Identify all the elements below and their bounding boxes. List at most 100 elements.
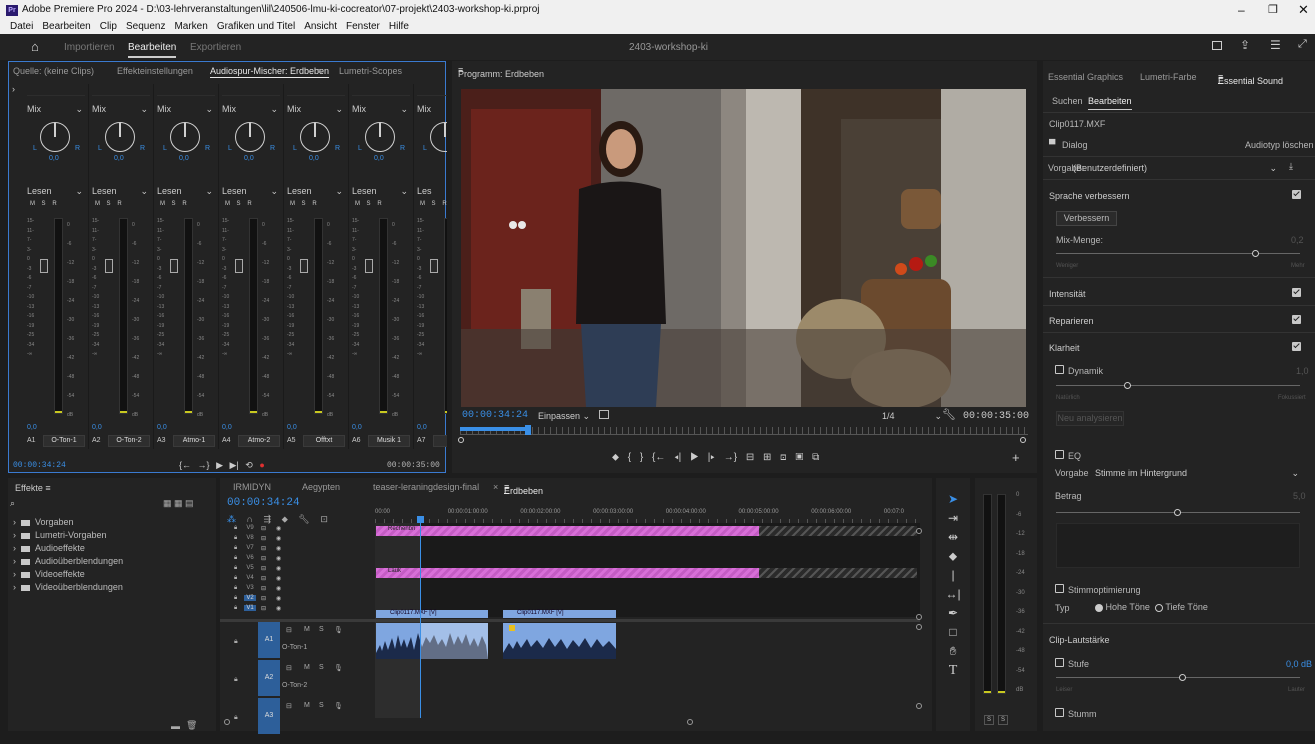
audio-track-header[interactable]: 🔒︎ A3 ⊟ M S 🎙︎ <box>220 698 375 736</box>
video-track-header[interactable]: 🔒︎ V1 ⊟ ◉ <box>220 605 375 613</box>
effects-folder[interactable]: › Audioüberblendungen <box>13 556 213 569</box>
quick-export-icon[interactable] <box>1212 41 1222 50</box>
audio-track-target[interactable]: A1 <box>258 622 280 658</box>
section-reparieren[interactable]: Reparieren <box>1049 316 1094 326</box>
mark-in-icon[interactable]: { <box>628 452 631 463</box>
pink-clip-2[interactable]: Lauk <box>376 568 759 578</box>
time-ruler[interactable]: 00:00 00:00:01:00:00 00:00:02:00:00 00:00:0… <box>375 508 920 523</box>
tab-lumetri-color[interactable]: Lumetri-Farbe <box>1140 72 1197 82</box>
program-playhead[interactable] <box>525 425 531 435</box>
selection-tool-icon[interactable]: ➤ <box>945 490 961 509</box>
track-target[interactable]: V3 <box>244 585 256 591</box>
mixer-r-button[interactable]: R <box>179 201 190 207</box>
volume-fader[interactable] <box>235 259 243 273</box>
wrench-icon[interactable]: 🔧︎ <box>942 408 956 421</box>
track-name[interactable]: O-Ton-1 <box>43 435 85 447</box>
automation-dropdown[interactable]: Lesen ⌄ <box>27 186 85 196</box>
mixer-s-button[interactable]: S <box>103 201 114 207</box>
loop-icon[interactable]: ⟲ <box>245 460 253 470</box>
timeline-timecode[interactable]: 00:00:34:24 <box>227 497 300 509</box>
eye-icon[interactable]: ◉ <box>276 605 281 612</box>
pan-knob[interactable] <box>300 122 330 152</box>
program-scrubber[interactable] <box>460 427 1028 435</box>
track-name[interactable]: Offtxt <box>303 435 345 447</box>
menu-item-marken[interactable]: Marken <box>174 21 207 32</box>
mixer-input-dropdown[interactable] <box>27 87 85 96</box>
razor-icon[interactable]: ⬥ <box>945 547 961 566</box>
extract-icon[interactable]: ⊞ <box>763 452 771 463</box>
mixer-r-button[interactable]: R <box>114 201 125 207</box>
save-preset-icon[interactable]: ⤓ <box>1289 161 1293 172</box>
subtab-bearbeiten[interactable]: Bearbeiten <box>1088 96 1132 110</box>
tab-irmidyn[interactable]: IRMIDYN <box>233 482 271 492</box>
program-timecode[interactable]: 00:00:34:24 <box>462 410 528 421</box>
mixer-input-dropdown[interactable] <box>92 87 150 96</box>
level-checkbox[interactable] <box>1055 658 1064 667</box>
scroll-end-handle[interactable] <box>687 719 693 725</box>
automation-dropdown[interactable]: Lesen ⌄ <box>157 186 215 196</box>
video-clip-1[interactable]: Clip0117.MXF [V] <box>376 610 488 618</box>
scroll-start-handle[interactable] <box>224 719 230 725</box>
minimize-icon[interactable]: – <box>1238 3 1245 17</box>
expand-arrow-icon[interactable]: › <box>12 84 15 94</box>
lock-icon[interactable]: 🔒︎ <box>234 595 237 602</box>
sync-lock-icon[interactable]: ⊟ <box>286 664 292 672</box>
mixer-r-button[interactable]: R <box>244 201 255 207</box>
mix-amount-value[interactable]: 0,2 <box>1291 235 1304 245</box>
track-name[interactable]: Atmo-1 <box>173 435 215 447</box>
sync-lock-icon[interactable]: ⊟ <box>286 626 292 634</box>
go-to-out-icon[interactable]: →} <box>724 452 737 463</box>
menu-item-ansicht[interactable]: Ansicht <box>304 21 337 32</box>
track-name[interactable]: O-Ton-2 <box>108 435 150 447</box>
track-target[interactable]: V8 <box>244 535 256 541</box>
close-tab-icon[interactable]: × <box>493 482 498 492</box>
share-icon[interactable]: ⇪ <box>1240 38 1250 52</box>
volume-fader[interactable] <box>430 259 438 273</box>
tab-exportieren[interactable]: Exportieren <box>190 42 241 53</box>
eye-icon[interactable]: ◉ <box>276 595 281 602</box>
step-back-icon[interactable]: ◂| <box>674 452 681 463</box>
eye-icon[interactable]: ◉ <box>276 535 281 542</box>
tab-lumetri-scopes[interactable]: Lumetri-Scopes <box>339 66 402 76</box>
lock-icon[interactable]: 🔒︎ <box>234 555 237 562</box>
video-track-header[interactable]: 🔒︎ V6 ⊟ ◉ <box>220 555 375 563</box>
menu-item-fenster[interactable]: Fenster <box>346 21 380 32</box>
lock-icon[interactable]: 🔒︎ <box>234 565 237 572</box>
program-video-frame[interactable] <box>461 89 1026 407</box>
automation-dropdown[interactable]: Lesen ⌄ <box>92 186 150 196</box>
wrench-settings-icon[interactable]: 🔧︎ <box>298 514 309 524</box>
eq-amount-slider[interactable] <box>1174 509 1181 516</box>
track-target[interactable]: V9 <box>244 525 256 531</box>
track-target[interactable]: V2 <box>244 595 256 601</box>
mix-amount-slider[interactable] <box>1252 250 1259 257</box>
automation-dropdown[interactable]: Lesen ⌄ <box>222 186 280 196</box>
tab-importieren[interactable]: Importieren <box>64 42 115 53</box>
video-track-header[interactable]: 🔒︎ V9 ⊟ ◉ <box>220 525 375 533</box>
lock-icon[interactable]: 🔒︎ <box>234 605 237 612</box>
solo-button[interactable]: S <box>319 702 324 709</box>
program-title[interactable]: Programm: Erdbeben ≡ <box>458 65 544 79</box>
sync-lock-icon[interactable]: ⊟ <box>261 545 266 552</box>
solo-right-button[interactable]: S <box>998 715 1008 725</box>
panel-menu-icon[interactable]: ≡ <box>317 66 322 76</box>
track-target[interactable]: V1 <box>244 605 256 611</box>
mixer-mode-dropdown[interactable]: Mix⌄ <box>92 104 150 114</box>
tab-effect-controls[interactable]: Effekteinstellungen <box>117 66 193 76</box>
mixer-mode-dropdown[interactable]: Mix⌄ <box>352 104 410 114</box>
mixer-mode-dropdown[interactable]: Mix⌄ <box>222 104 280 114</box>
playhead-handle[interactable] <box>417 516 424 523</box>
multi-view-icon[interactable]: ⧉ <box>812 452 819 463</box>
volume-fader[interactable] <box>40 259 48 273</box>
track-name[interactable]: Musik 1 <box>368 435 410 447</box>
record-icon[interactable]: ● <box>259 460 264 470</box>
dynamics-value[interactable]: 1,0 <box>1296 366 1309 376</box>
volume-fader[interactable] <box>105 259 113 273</box>
tab-bearbeiten[interactable]: Bearbeiten <box>128 42 177 58</box>
vscroll-handle-2[interactable] <box>916 614 922 620</box>
pan-knob[interactable] <box>105 122 135 152</box>
pan-knob[interactable] <box>40 122 70 152</box>
video-clip-2[interactable]: Clip0117.MXF [V] <box>503 610 616 618</box>
mixer-input-dropdown[interactable] <box>417 87 447 96</box>
go-in-icon[interactable]: {← <box>179 460 191 470</box>
scrub-start-circle[interactable] <box>458 437 464 443</box>
